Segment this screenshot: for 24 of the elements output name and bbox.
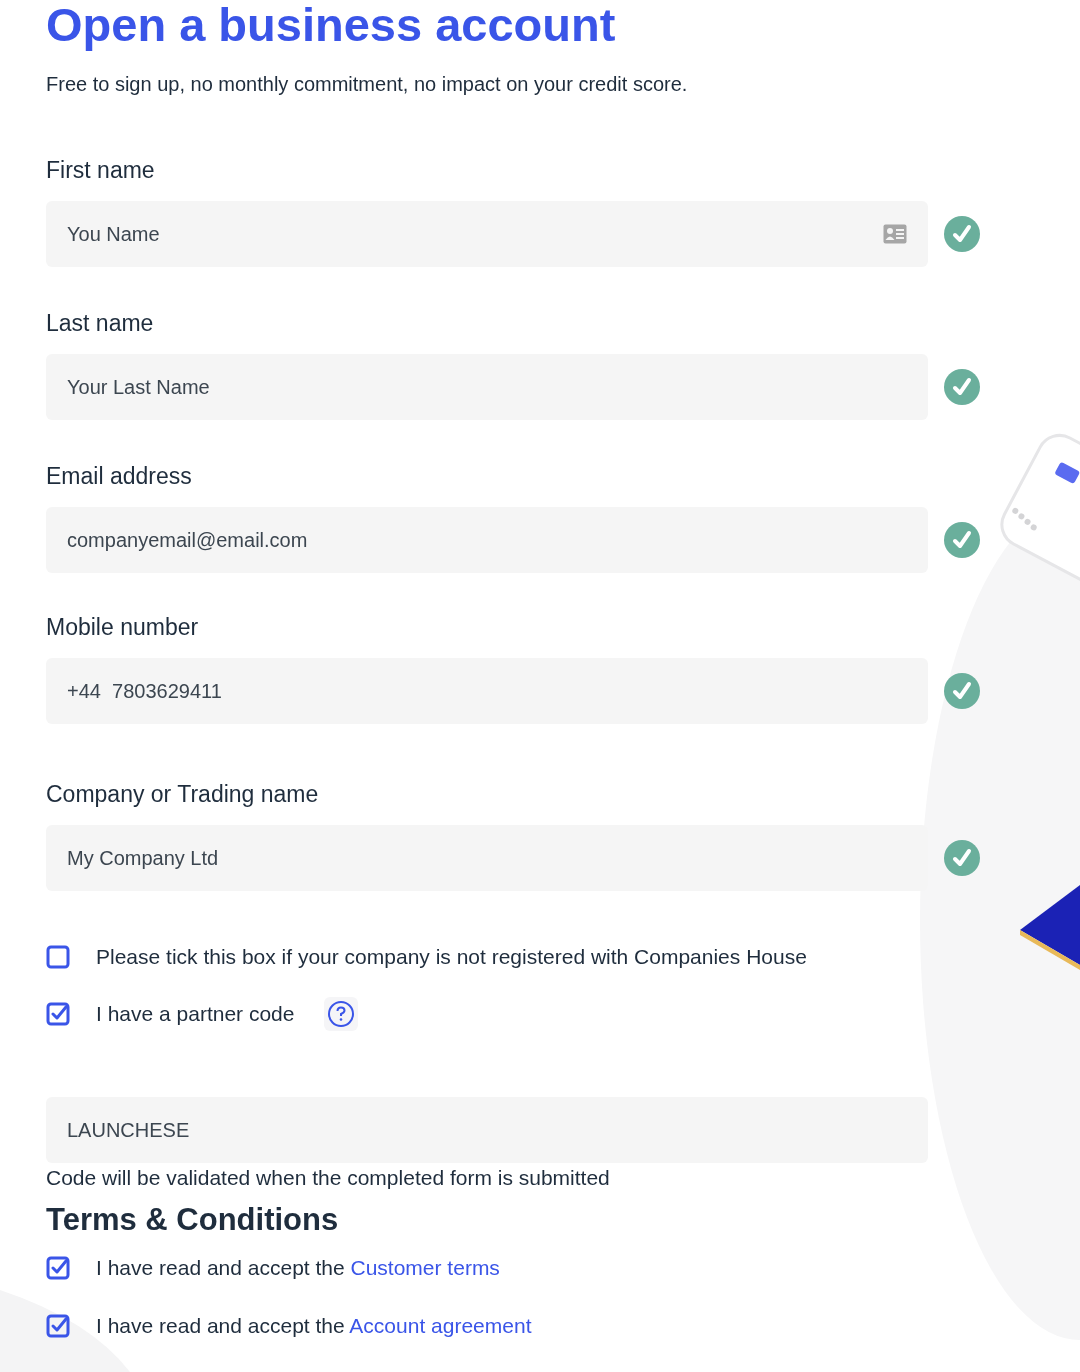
terms-link[interactable]: Account agreement	[349, 1314, 532, 1337]
field-label: Mobile number	[46, 613, 200, 641]
input-field[interactable]: You Name	[46, 201, 928, 267]
field-label: Email address	[46, 462, 193, 490]
help-icon[interactable]	[324, 997, 359, 1031]
input-field[interactable]: +44 7803629411	[46, 658, 928, 724]
checkbox[interactable]	[46, 945, 70, 969]
checkbox-label: I have a partner code	[96, 1001, 295, 1027]
input-field[interactable]: companyemail@email.com	[46, 507, 928, 573]
checked-checkbox[interactable]	[46, 1256, 70, 1280]
section-heading: Terms & Conditions	[46, 1202, 340, 1238]
terms-text: I have read and accept the Customer terms	[96, 1255, 500, 1281]
field-label: First name	[46, 156, 156, 184]
input-field[interactable]: Your Last Name	[46, 354, 928, 420]
checked-checkbox[interactable]	[46, 1314, 70, 1338]
checked-checkbox[interactable]	[46, 1002, 70, 1026]
terms-link[interactable]: Customer terms	[350, 1256, 500, 1279]
checkbox-label: Please tick this box if your company is not registered with Companies House	[96, 944, 807, 970]
field-label: Company or Trading name	[46, 780, 320, 808]
terms-text: I have read and accept the Account agreement	[96, 1313, 532, 1339]
input-field[interactable]: LAUNCHESE	[46, 1097, 928, 1163]
subtitle: Free to sign up, no monthly commitment, no impact on your credit score.	[46, 72, 689, 96]
helper-text: Code will be validated when the completed form is submitted	[46, 1165, 611, 1191]
field-label: Last name	[46, 309, 155, 337]
